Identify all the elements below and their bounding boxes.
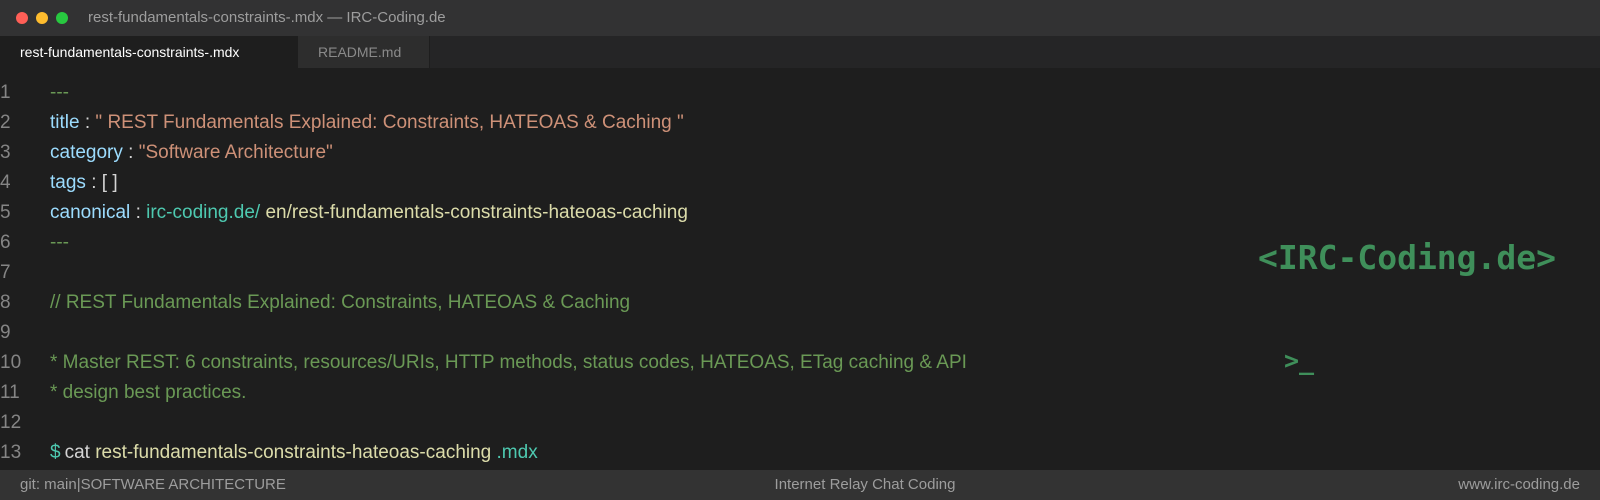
line-number: 11	[0, 382, 20, 403]
line-number: 8	[0, 292, 11, 313]
line-number: 4	[0, 172, 11, 193]
description-comment: * Master REST: 6 constraints, resources/…	[50, 352, 967, 373]
shell-command: cat	[64, 442, 90, 463]
category-value: "Software Architecture"	[138, 142, 333, 163]
line-number: 5	[0, 202, 11, 223]
shell-filename: rest-fundamentals-constraints-hateoas-ca…	[95, 442, 492, 463]
title-value: " REST Fundamentals Explained: Constrain…	[95, 112, 684, 133]
colon: :	[128, 142, 134, 163]
colon: :	[84, 112, 91, 133]
category-key: category	[50, 142, 123, 163]
line-number: 10	[0, 352, 22, 373]
colon: :	[135, 202, 141, 223]
line-number: 7	[0, 262, 11, 283]
tab-readme[interactable]: README.md	[298, 36, 430, 68]
frontmatter-delimiter: ---	[50, 232, 69, 253]
tags-value: [ ]	[101, 172, 118, 193]
title-key: title	[50, 112, 80, 133]
line-number: 1	[0, 82, 11, 103]
canonical-path: en/rest-fundamentals-constraints-hateoas…	[265, 202, 688, 223]
heading-comment: // REST Fundamentals Explained: Constrai…	[50, 292, 631, 313]
tags-key: tags	[50, 172, 86, 193]
line-number: 2	[0, 112, 11, 133]
window-title: rest-fundamentals-constraints-.mdx — IRC…	[88, 9, 446, 26]
terminal-prompt-icon: >_	[1284, 346, 1315, 375]
colon: :	[91, 172, 97, 193]
close-window-button[interactable]	[16, 12, 28, 24]
status-website: www.irc-coding.de	[1458, 476, 1580, 493]
shell-file-extension: .mdx	[496, 442, 538, 463]
irc-coding-logo: <IRC-Coding.de>	[1258, 238, 1557, 277]
code-editor[interactable]: 1 --- 2 title : " REST Fundamentals Expl…	[0, 68, 1600, 470]
maximize-window-button[interactable]	[56, 12, 68, 24]
frontmatter-delimiter: ---	[50, 82, 69, 103]
description-comment: * design best practices.	[50, 382, 247, 403]
line-number: 13	[0, 442, 22, 463]
minimize-window-button[interactable]	[36, 12, 48, 24]
title-bar: rest-fundamentals-constraints-.mdx — IRC…	[0, 0, 1600, 36]
line-number: 12	[0, 412, 22, 433]
line-number: 3	[0, 142, 11, 163]
status-bar: git: main|SOFTWARE ARCHITECTURE Internet…	[0, 470, 1600, 500]
shell-prompt: $	[50, 442, 61, 463]
line-number: 9	[0, 322, 11, 343]
canonical-domain: irc-coding.de/	[146, 202, 261, 223]
line-number: 6	[0, 232, 11, 253]
tab-bar: rest-fundamentals-constraints-.mdx READM…	[0, 36, 1600, 68]
status-center-text: Internet Relay Chat Coding	[774, 476, 956, 493]
canonical-key: canonical	[50, 202, 131, 223]
tab-rest-fundamentals[interactable]: rest-fundamentals-constraints-.mdx	[0, 36, 298, 68]
